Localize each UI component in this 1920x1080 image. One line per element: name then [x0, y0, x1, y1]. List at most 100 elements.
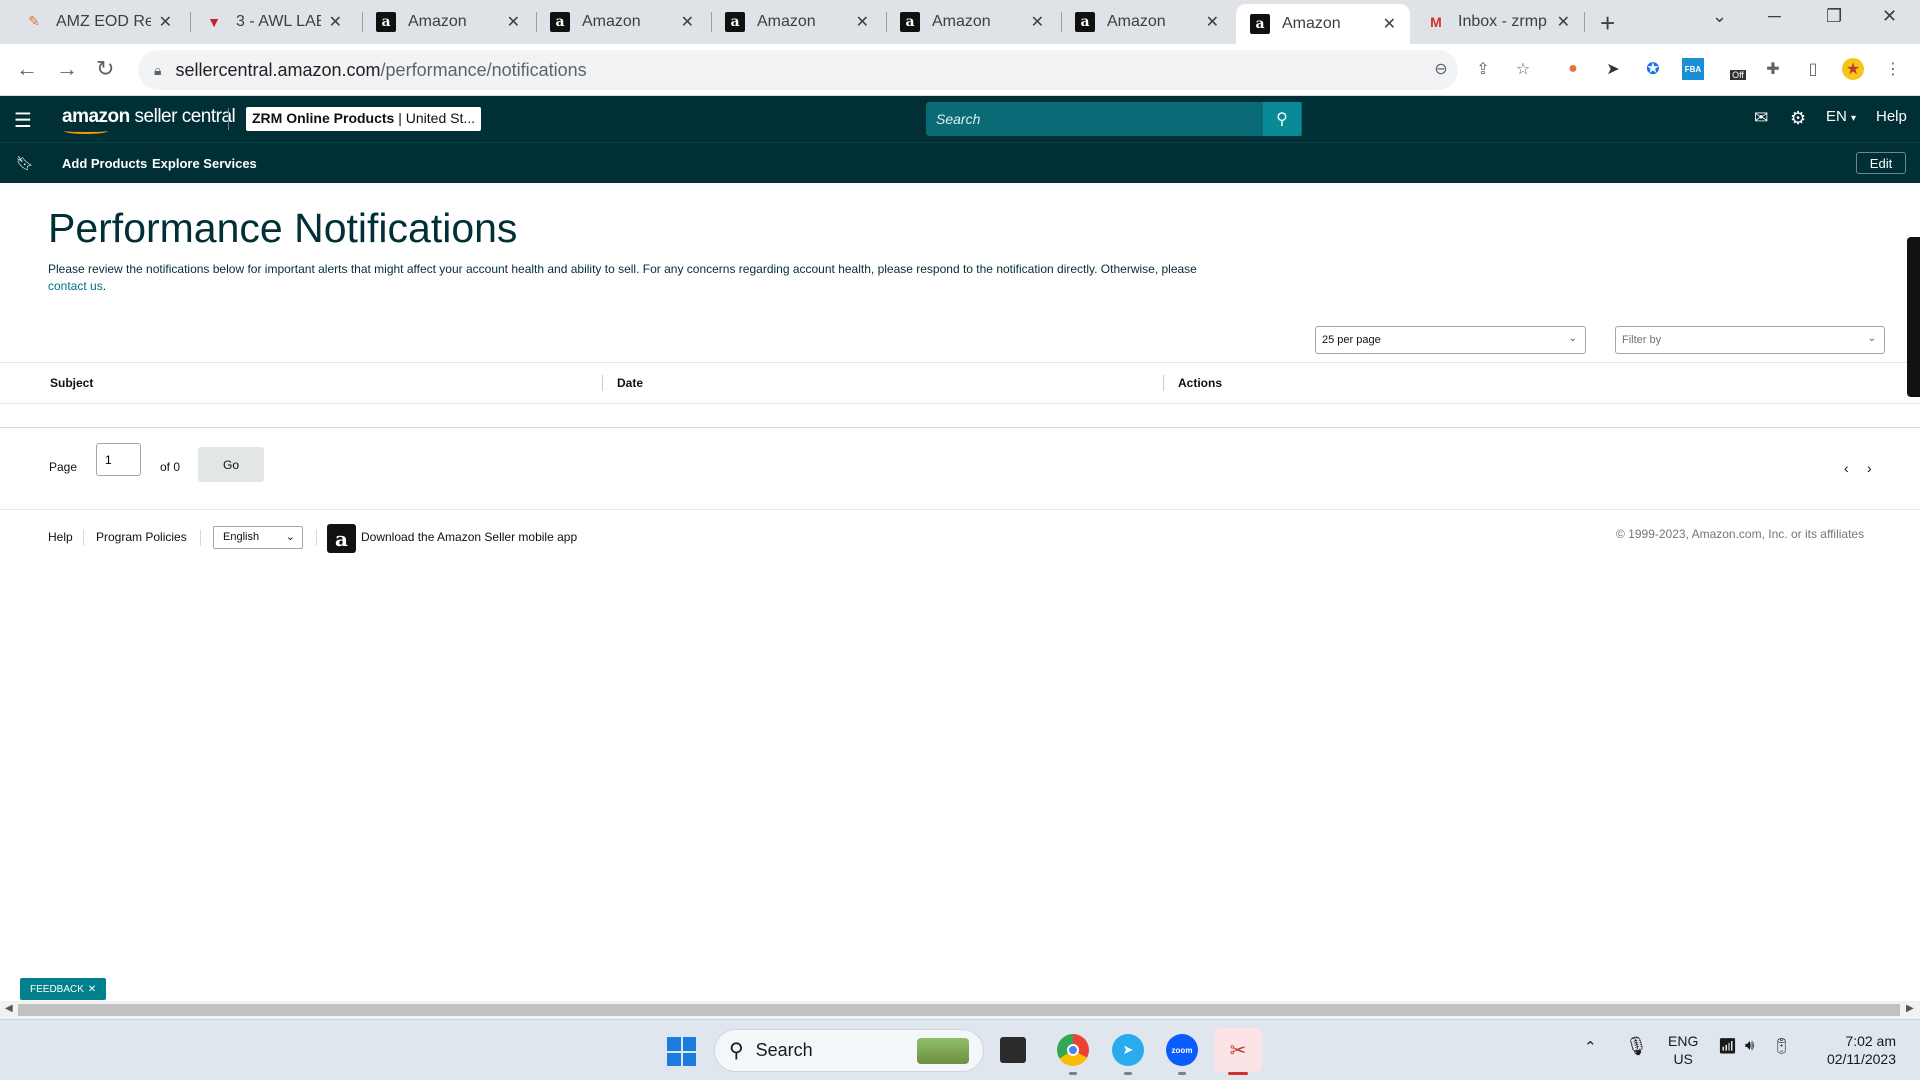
close-icon[interactable]: ✕	[1557, 12, 1570, 32]
gear-icon[interactable]: ⚙	[1790, 108, 1806, 129]
chevron-right-icon[interactable]: ›	[1867, 460, 1872, 476]
browser-tab-amz-eod[interactable]: ✎ AMZ EOD Re ✕	[10, 5, 186, 38]
per-page-select[interactable]: 25 per page ⌄	[1315, 326, 1586, 354]
windows-start-icon[interactable]	[667, 1037, 696, 1066]
extension-off-icon[interactable]: Off	[1724, 58, 1752, 80]
close-icon[interactable]: ✕	[159, 12, 172, 32]
amazon-icon: a	[900, 11, 920, 32]
amazon-icon: a	[550, 11, 570, 32]
horizontal-scrollbar[interactable]: ◀ ▶	[0, 1001, 1920, 1019]
back-icon[interactable]: ←	[16, 56, 38, 82]
language-switcher[interactable]: EN ▾	[1826, 108, 1856, 125]
search-icon: ⚲	[729, 1040, 744, 1062]
new-tab-icon[interactable]: +	[1600, 8, 1615, 39]
close-icon[interactable]: ✕	[88, 984, 96, 995]
pagination: Page of 0 Go ‹ ›	[0, 428, 1920, 510]
contact-us-link[interactable]: contact us	[48, 279, 103, 293]
close-window-icon[interactable]: ✕	[1882, 6, 1897, 27]
side-widget-tab[interactable]	[1907, 237, 1920, 397]
hamburger-menu-icon[interactable]: ☰	[14, 108, 32, 133]
minimize-icon[interactable]: ─	[1768, 6, 1781, 27]
forward-icon[interactable]: →	[56, 56, 78, 82]
side-panel-icon[interactable]: ▯	[1802, 58, 1824, 80]
copyright-text: © 1999-2023, Amazon.com, Inc. or its aff…	[1616, 527, 1865, 541]
column-divider	[602, 375, 603, 391]
chevron-left-icon[interactable]: ‹	[1844, 460, 1849, 476]
filter-select[interactable]: Filter by ⌄	[1615, 326, 1885, 354]
clock[interactable]: 7:02 am 02/11/2023	[1816, 1032, 1896, 1068]
close-icon[interactable]: ✕	[1383, 14, 1396, 34]
scroll-right-icon[interactable]: ▶	[1906, 1003, 1914, 1014]
close-icon[interactable]: ✕	[1031, 12, 1044, 32]
tray-overflow-icon[interactable]: ⌃	[1584, 1038, 1597, 1056]
profile-avatar[interactable]: ★	[1842, 58, 1864, 80]
page-number-input[interactable]	[96, 443, 141, 476]
snipping-tool-icon[interactable]: ✂	[1214, 1028, 1262, 1072]
extension-fba-icon[interactable]: FBA	[1682, 58, 1704, 80]
browser-tab-amazon[interactable]: a Amazon ✕	[711, 5, 883, 38]
taskbar-search[interactable]: ⚲ Search	[714, 1029, 984, 1072]
extension-orange-icon[interactable]: ●	[1562, 58, 1584, 80]
share-icon[interactable]: ⇪	[1472, 58, 1494, 80]
menu-kebab-icon[interactable]: ⋮	[1882, 58, 1904, 80]
go-button[interactable]: Go	[198, 447, 264, 482]
extension-arrow-icon[interactable]: ➤	[1602, 58, 1624, 80]
input-language[interactable]: ENG US	[1668, 1032, 1698, 1068]
extensions-puzzle-icon[interactable]: ✚	[1762, 58, 1784, 80]
tab-search-icon[interactable]: ⌄	[1712, 6, 1727, 27]
file-explorer-icon[interactable]	[1000, 1037, 1026, 1063]
edit-nav-button[interactable]: Edit	[1856, 152, 1906, 174]
close-icon[interactable]: ✕	[681, 12, 694, 32]
telegram-icon[interactable]: ➤	[1112, 1034, 1144, 1066]
download-app-link[interactable]: Download the Amazon Seller mobile app	[361, 530, 577, 544]
subnav-add-products[interactable]: Add Products	[62, 156, 147, 171]
store-switcher[interactable]: ZRM Online Products | United St...	[246, 107, 482, 131]
running-indicator	[1124, 1072, 1132, 1075]
column-subject[interactable]: Subject	[50, 376, 93, 390]
browser-tab-amazon-active[interactable]: a Amazon ✕	[1236, 4, 1410, 44]
wifi-icon[interactable]: 📶︎	[1718, 1037, 1737, 1055]
browser-tab-amazon[interactable]: a Amazon ✕	[536, 5, 708, 38]
volume-icon[interactable]: 🔊︎	[1745, 1037, 1754, 1054]
seller-search-input[interactable]: Search	[926, 102, 1302, 136]
intro-text: Please review the notifications below fo…	[48, 262, 1197, 293]
address-bar[interactable]: 🔒︎ sellercentral.amazon.com/performance/…	[138, 50, 1458, 90]
browser-tab-amazon[interactable]: a Amazon ✕	[362, 5, 534, 38]
close-icon[interactable]: ✕	[1206, 12, 1219, 32]
search-icon[interactable]: ⚲	[1263, 102, 1301, 136]
column-divider	[1163, 375, 1164, 391]
chrome-icon[interactable]	[1057, 1034, 1089, 1066]
reload-icon[interactable]: ↻	[96, 56, 114, 82]
scroll-left-icon[interactable]: ◀	[5, 1003, 13, 1014]
search-highlight-image	[917, 1038, 969, 1064]
subnav-explore-services[interactable]: Explore Services	[152, 156, 257, 171]
seller-central-logo[interactable]: amazon seller central	[62, 106, 236, 134]
extension-blue-icon[interactable]: ✪	[1642, 58, 1664, 80]
footer-program-policies-link[interactable]: Program Policies	[96, 530, 187, 544]
amazon-app-icon[interactable]: a	[327, 524, 356, 553]
browser-tab-amazon[interactable]: a Amazon ✕	[886, 5, 1058, 38]
help-link[interactable]: Help	[1876, 108, 1907, 125]
lock-icon[interactable]: 🔒︎	[154, 62, 161, 79]
zoom-app-icon[interactable]: zoom	[1166, 1034, 1198, 1066]
footer-language-select[interactable]: English ⌄	[213, 526, 303, 549]
scrollbar-thumb[interactable]	[18, 1004, 1900, 1016]
microphone-icon[interactable]: 🎙︎	[1625, 1036, 1648, 1057]
bookmark-star-icon[interactable]: ☆	[1512, 58, 1534, 80]
bookmark-icon[interactable]: 🔖︎	[16, 155, 34, 172]
close-icon[interactable]: ✕	[856, 12, 869, 32]
browser-tab-gmail[interactable]: M Inbox - zrmp ✕	[1412, 5, 1584, 38]
page-label: Page	[49, 460, 78, 474]
restore-icon[interactable]: ❐	[1826, 6, 1842, 27]
footer-help-link[interactable]: Help	[48, 530, 73, 544]
browser-tab-amazon[interactable]: a Amazon ✕	[1061, 5, 1233, 38]
column-date[interactable]: Date	[617, 376, 643, 390]
mail-icon[interactable]: ✉	[1754, 108, 1768, 128]
close-icon[interactable]: ✕	[329, 12, 342, 32]
close-icon[interactable]: ✕	[507, 12, 520, 32]
browser-tab-awl[interactable]: ▼ 3 - AWL LABE ✕	[190, 5, 356, 38]
feedback-button[interactable]: FEEDBACK ✕	[20, 978, 107, 1000]
battery-icon[interactable]: 🔋︎	[1772, 1037, 1791, 1055]
zoom-icon[interactable]: ⊖	[1430, 58, 1452, 80]
gmail-icon: M	[1430, 13, 1442, 30]
